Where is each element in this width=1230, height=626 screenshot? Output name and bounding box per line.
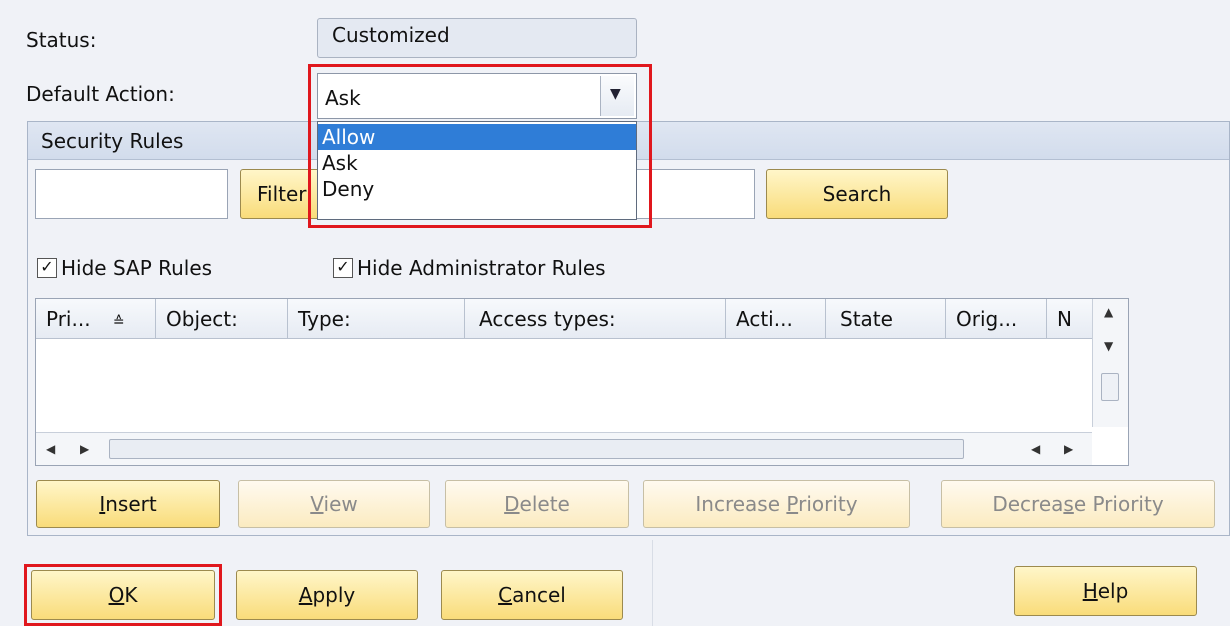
grid-header: Pri... ≙ Object: Type: Access types: Act… — [36, 299, 1092, 339]
cancel-label-key: C — [498, 583, 513, 607]
column-n[interactable]: N — [1047, 299, 1092, 339]
horizontal-scrollbar[interactable]: ◀ ▶ ◀ ▶ — [36, 432, 1092, 465]
hide-sap-rules-option[interactable]: ✓ Hide SAP Rules — [37, 256, 212, 280]
vertical-scroll-thumb[interactable] — [1101, 373, 1119, 401]
option-ask[interactable]: Ask — [318, 150, 636, 176]
decrease-label-post: e Priority — [1073, 492, 1164, 516]
decrease-label-key: s — [1063, 492, 1074, 516]
security-rules-title: Security Rules — [41, 129, 184, 153]
view-label-key: V — [310, 492, 324, 516]
apply-label-key: A — [298, 583, 313, 607]
decrease-priority-button[interactable]: Decrease Priority — [941, 480, 1215, 528]
search-button[interactable]: Search — [766, 169, 948, 219]
search-input[interactable] — [636, 169, 755, 219]
column-type[interactable]: Type: — [288, 299, 465, 339]
cancel-label-post: ancel — [512, 583, 566, 607]
ok-label-post: K — [124, 583, 138, 607]
hide-admin-rules-label: Hide Administrator Rules — [357, 256, 606, 280]
apply-label-post: pply — [312, 583, 356, 607]
default-action-dropdown: Allow Ask Deny — [317, 121, 637, 220]
increase-label-key: P — [786, 492, 799, 516]
status-field: Customized — [317, 18, 637, 58]
increase-label-post: riority — [798, 492, 858, 516]
sort-ascending-icon: ≙ — [112, 314, 125, 330]
vertical-scrollbar[interactable]: ▲ ▼ — [1092, 299, 1128, 427]
help-label-post: elp — [1097, 579, 1129, 603]
rules-grid: Pri... ≙ Object: Type: Access types: Act… — [35, 298, 1129, 466]
scroll-left-icon-right[interactable]: ◀ — [1031, 442, 1040, 456]
footer-divider — [652, 540, 653, 626]
view-label-post: iew — [323, 492, 358, 516]
delete-label-post: elete — [519, 492, 570, 516]
option-deny[interactable]: Deny — [318, 176, 636, 202]
default-action-select[interactable]: Ask ▼ — [317, 73, 637, 119]
delete-label-key: D — [504, 492, 520, 516]
status-label: Status: — [26, 28, 97, 52]
horizontal-scroll-thumb[interactable] — [109, 439, 964, 459]
delete-button[interactable]: Delete — [445, 480, 629, 528]
default-action-selected: Ask — [325, 86, 361, 110]
dropdown-toggle[interactable]: ▼ — [600, 76, 634, 116]
hide-admin-rules-option[interactable]: ✓ Hide Administrator Rules — [333, 256, 606, 280]
hide-sap-rules-label: Hide SAP Rules — [61, 256, 213, 280]
column-action[interactable]: Acti... — [726, 299, 826, 339]
ok-button[interactable]: OK — [31, 570, 215, 620]
apply-button[interactable]: Apply — [236, 570, 418, 620]
column-state[interactable]: State — [826, 299, 946, 339]
default-action-label: Default Action: — [26, 82, 175, 106]
scroll-up-icon[interactable]: ▲ — [1104, 305, 1113, 319]
column-priority-label: Pri... — [46, 307, 91, 331]
increase-priority-button[interactable]: Increase Priority — [643, 480, 910, 528]
scroll-down-icon[interactable]: ▼ — [1104, 339, 1113, 353]
view-button[interactable]: View — [238, 480, 430, 528]
column-object[interactable]: Object: — [156, 299, 288, 339]
column-priority[interactable]: Pri... ≙ — [36, 299, 156, 339]
insert-label-post: nsert — [105, 492, 157, 516]
cancel-button[interactable]: Cancel — [441, 570, 623, 620]
column-access-types[interactable]: Access types: — [465, 299, 726, 339]
chevron-down-icon: ▼ — [610, 86, 621, 102]
ok-label-key: O — [108, 583, 125, 607]
hide-admin-rules-checkbox[interactable]: ✓ — [333, 258, 353, 278]
scroll-right-icon-right[interactable]: ▶ — [1064, 442, 1073, 456]
scroll-right-icon[interactable]: ▶ — [80, 442, 89, 456]
option-allow[interactable]: Allow — [318, 124, 636, 150]
column-origin[interactable]: Orig... — [946, 299, 1047, 339]
increase-label-pre: Increase — [695, 492, 787, 516]
help-label-key: H — [1082, 579, 1098, 603]
insert-button[interactable]: Insert — [36, 480, 220, 528]
decrease-label-pre: Decrea — [992, 492, 1064, 516]
filter-input[interactable] — [35, 169, 228, 219]
hide-sap-rules-checkbox[interactable]: ✓ — [37, 258, 57, 278]
help-button[interactable]: Help — [1014, 566, 1197, 616]
scroll-left-icon[interactable]: ◀ — [46, 442, 55, 456]
